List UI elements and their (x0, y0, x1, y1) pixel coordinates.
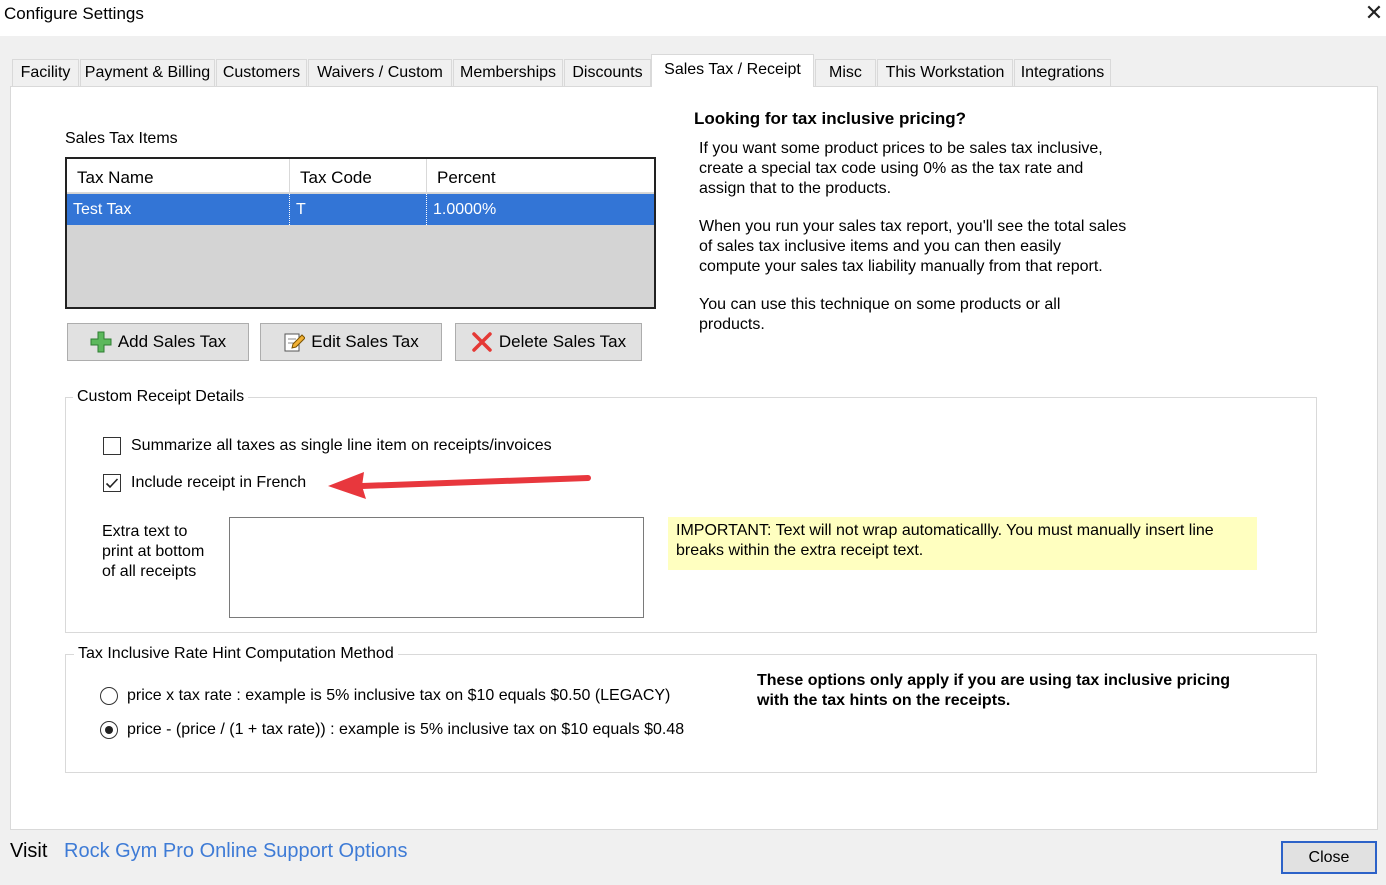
important-note-line: IMPORTANT: Text will not wrap automatica… (676, 522, 1214, 539)
summarize-taxes-checkbox[interactable] (103, 437, 121, 455)
include-french-checkbox[interactable] (103, 474, 121, 492)
summarize-taxes-label[interactable]: Summarize all taxes as single line item … (131, 437, 552, 455)
window-title: Configure Settings (4, 4, 144, 23)
legacy-method-label[interactable]: price x tax rate : example is 5% inclusi… (127, 687, 670, 705)
extra-text-label-line: Extra text to (102, 523, 188, 540)
tab-sales-tax-receipt[interactable]: Sales Tax / Receipt (651, 54, 814, 87)
para1-line: create a special tax code using 0% as th… (699, 160, 1084, 177)
title-bar (0, 0, 1386, 36)
extra-text-label-line: print at bottom (102, 543, 205, 560)
hint-note-line: These options only apply if you are usin… (757, 672, 1230, 689)
para3-line: products. (699, 316, 765, 333)
visit-label: Visit (10, 840, 48, 862)
edit-icon (283, 330, 306, 352)
cell-tax-name[interactable]: Test Tax (67, 194, 290, 225)
support-options-link[interactable]: Rock Gym Pro Online Support Options (64, 840, 407, 863)
table-row[interactable]: Test Tax T 1.0000% (67, 194, 654, 225)
custom-receipt-group-title: Custom Receipt Details (73, 388, 249, 406)
tab-facility[interactable]: Facility (12, 59, 79, 86)
hint-method-note: These options only apply if you are usin… (757, 671, 1230, 711)
grid-header: Tax Name Tax Code Percent (67, 159, 654, 193)
tab-this-workstation[interactable]: This Workstation (877, 59, 1013, 86)
sales-tax-grid[interactable]: Tax Name Tax Code Percent Test Tax T 1.0… (65, 157, 656, 309)
delete-sales-tax-label: Delete Sales Tax (498, 332, 627, 351)
edit-sales-tax-label: Edit Sales Tax (311, 332, 419, 351)
tab-waivers-custom[interactable]: Waivers / Custom (308, 59, 452, 86)
add-sales-tax-label: Add Sales Tax (117, 332, 227, 351)
extra-receipt-text-input[interactable] (229, 517, 644, 618)
column-header-percent[interactable]: Percent (427, 159, 654, 193)
cell-tax-code[interactable]: T (290, 194, 427, 225)
tax-inclusive-para3: You can use this technique on some produ… (699, 295, 1060, 335)
price-formula-method-radio[interactable] (100, 721, 118, 739)
tab-integrations[interactable]: Integrations (1014, 59, 1111, 86)
column-header-tax-code[interactable]: Tax Code (290, 159, 427, 193)
para1-line: assign that to the products. (699, 180, 892, 197)
cell-percent[interactable]: 1.0000% (427, 194, 654, 225)
checkmark-icon (105, 478, 119, 489)
extra-text-label: Extra text to print at bottom of all rec… (102, 522, 204, 582)
close-window-icon[interactable]: ✕ (1364, 2, 1384, 26)
para2-line: compute your sales tax liability manuall… (699, 258, 1103, 275)
para2-line: When you run your sales tax report, you'… (699, 218, 1127, 235)
delete-sales-tax-button[interactable]: Delete Sales Tax (455, 323, 642, 361)
price-formula-method-label[interactable]: price - (price / (1 + tax rate)) : examp… (127, 721, 684, 739)
important-note-line: breaks within the extra receipt text. (676, 542, 924, 559)
tab-discounts[interactable]: Discounts (564, 59, 651, 86)
red-arrow-annotation-icon (328, 472, 591, 499)
delete-x-icon (471, 330, 493, 352)
tax-inclusive-para1: If you want some product prices to be sa… (699, 139, 1103, 199)
hint-note-line: with the tax hints on the receipts. (757, 692, 1011, 709)
legacy-method-radio[interactable] (100, 687, 118, 705)
tax-inclusive-para2: When you run your sales tax report, you'… (699, 217, 1126, 277)
tax-inclusive-heading: Looking for tax inclusive pricing? (694, 109, 967, 128)
tab-memberships[interactable]: Memberships (453, 59, 563, 86)
para3-line: You can use this technique on some produ… (699, 296, 1061, 313)
extra-text-label-line: of all receipts (102, 563, 197, 580)
hint-method-group-title: Tax Inclusive Rate Hint Computation Meth… (74, 645, 398, 663)
edit-sales-tax-button[interactable]: Edit Sales Tax (260, 323, 442, 361)
important-note: IMPORTANT: Text will not wrap automatica… (668, 517, 1257, 570)
include-french-label[interactable]: Include receipt in French (131, 474, 306, 492)
sales-tax-items-label: Sales Tax Items (65, 130, 178, 147)
para1-line: If you want some product prices to be sa… (699, 140, 1103, 157)
close-button[interactable]: Close (1281, 841, 1377, 874)
para2-line: of sales tax inclusive items and you can… (699, 238, 1061, 255)
tab-payment-billing[interactable]: Payment & Billing (80, 59, 215, 86)
add-sales-tax-button[interactable]: Add Sales Tax (67, 323, 249, 361)
tab-customers[interactable]: Customers (216, 59, 307, 86)
tab-misc[interactable]: Misc (815, 59, 876, 86)
plus-icon (90, 330, 112, 353)
column-header-tax-name[interactable]: Tax Name (67, 159, 290, 193)
